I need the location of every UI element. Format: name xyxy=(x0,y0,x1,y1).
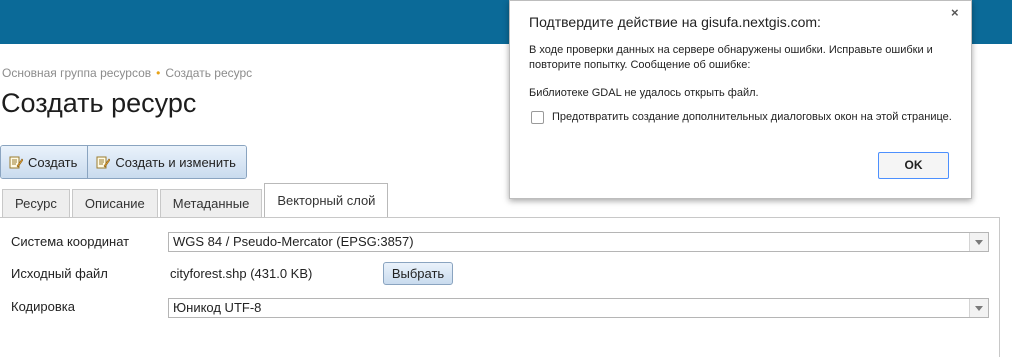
resource-tabs: Ресурс Описание Метаданные Векторный сло… xyxy=(2,183,390,217)
breadcrumb-item-create[interactable]: Создать ресурс xyxy=(165,66,252,80)
action-toolbar: Создать Создать и изменить xyxy=(0,145,247,179)
breadcrumb: Основная группа ресурсов • Создать ресурс xyxy=(2,66,252,80)
source-file-label: Исходный файл xyxy=(11,266,108,281)
close-icon[interactable]: × xyxy=(951,5,959,20)
encoding-label: Кодировка xyxy=(11,299,75,314)
tab-vector-layer[interactable]: Векторный слой xyxy=(264,183,389,217)
document-edit-icon xyxy=(96,155,111,169)
source-file-name: cityforest.shp (431.0 KB) xyxy=(170,266,313,281)
encoding-select-value: Юникод UTF-8 xyxy=(173,300,262,315)
ok-button[interactable]: OK xyxy=(878,152,949,179)
dialog-title: Подтвердите действие на gisufa.nextgis.c… xyxy=(529,14,821,30)
confirm-dialog: Подтвердите действие на gisufa.nextgis.c… xyxy=(509,0,972,199)
dialog-message: В ходе проверки данных на сервере обнару… xyxy=(529,44,933,71)
breadcrumb-item-group[interactable]: Основная группа ресурсов xyxy=(2,66,151,80)
tab-resource[interactable]: Ресурс xyxy=(2,189,70,217)
create-and-edit-button[interactable]: Создать и изменить xyxy=(87,146,246,178)
choose-file-button[interactable]: Выбрать xyxy=(383,262,453,285)
create-and-edit-button-label: Создать и изменить xyxy=(115,154,236,170)
chevron-down-icon[interactable] xyxy=(969,299,988,317)
crs-select-value: WGS 84 / Pseudo-Mercator (EPSG:3857) xyxy=(173,234,414,249)
page-title: Создать ресурс xyxy=(1,88,197,118)
breadcrumb-separator: • xyxy=(156,66,161,80)
crs-label: Система координат xyxy=(11,234,130,249)
tab-description[interactable]: Описание xyxy=(71,189,158,217)
document-edit-icon xyxy=(9,155,24,169)
chevron-down-icon[interactable] xyxy=(969,233,988,251)
prevent-dialogs-label[interactable]: Предотвратить создание дополнительных ди… xyxy=(552,111,952,123)
dialog-error-message: Библиотеке GDAL не удалось открыть файл. xyxy=(529,87,759,99)
create-button[interactable]: Создать xyxy=(1,146,88,178)
tab-metadata[interactable]: Метаданные xyxy=(159,189,263,217)
crs-select[interactable]: WGS 84 / Pseudo-Mercator (EPSG:3857) xyxy=(168,232,989,252)
encoding-select[interactable]: Юникод UTF-8 xyxy=(168,298,989,318)
create-button-label: Создать xyxy=(28,154,78,170)
prevent-dialogs-checkbox[interactable] xyxy=(531,111,544,124)
